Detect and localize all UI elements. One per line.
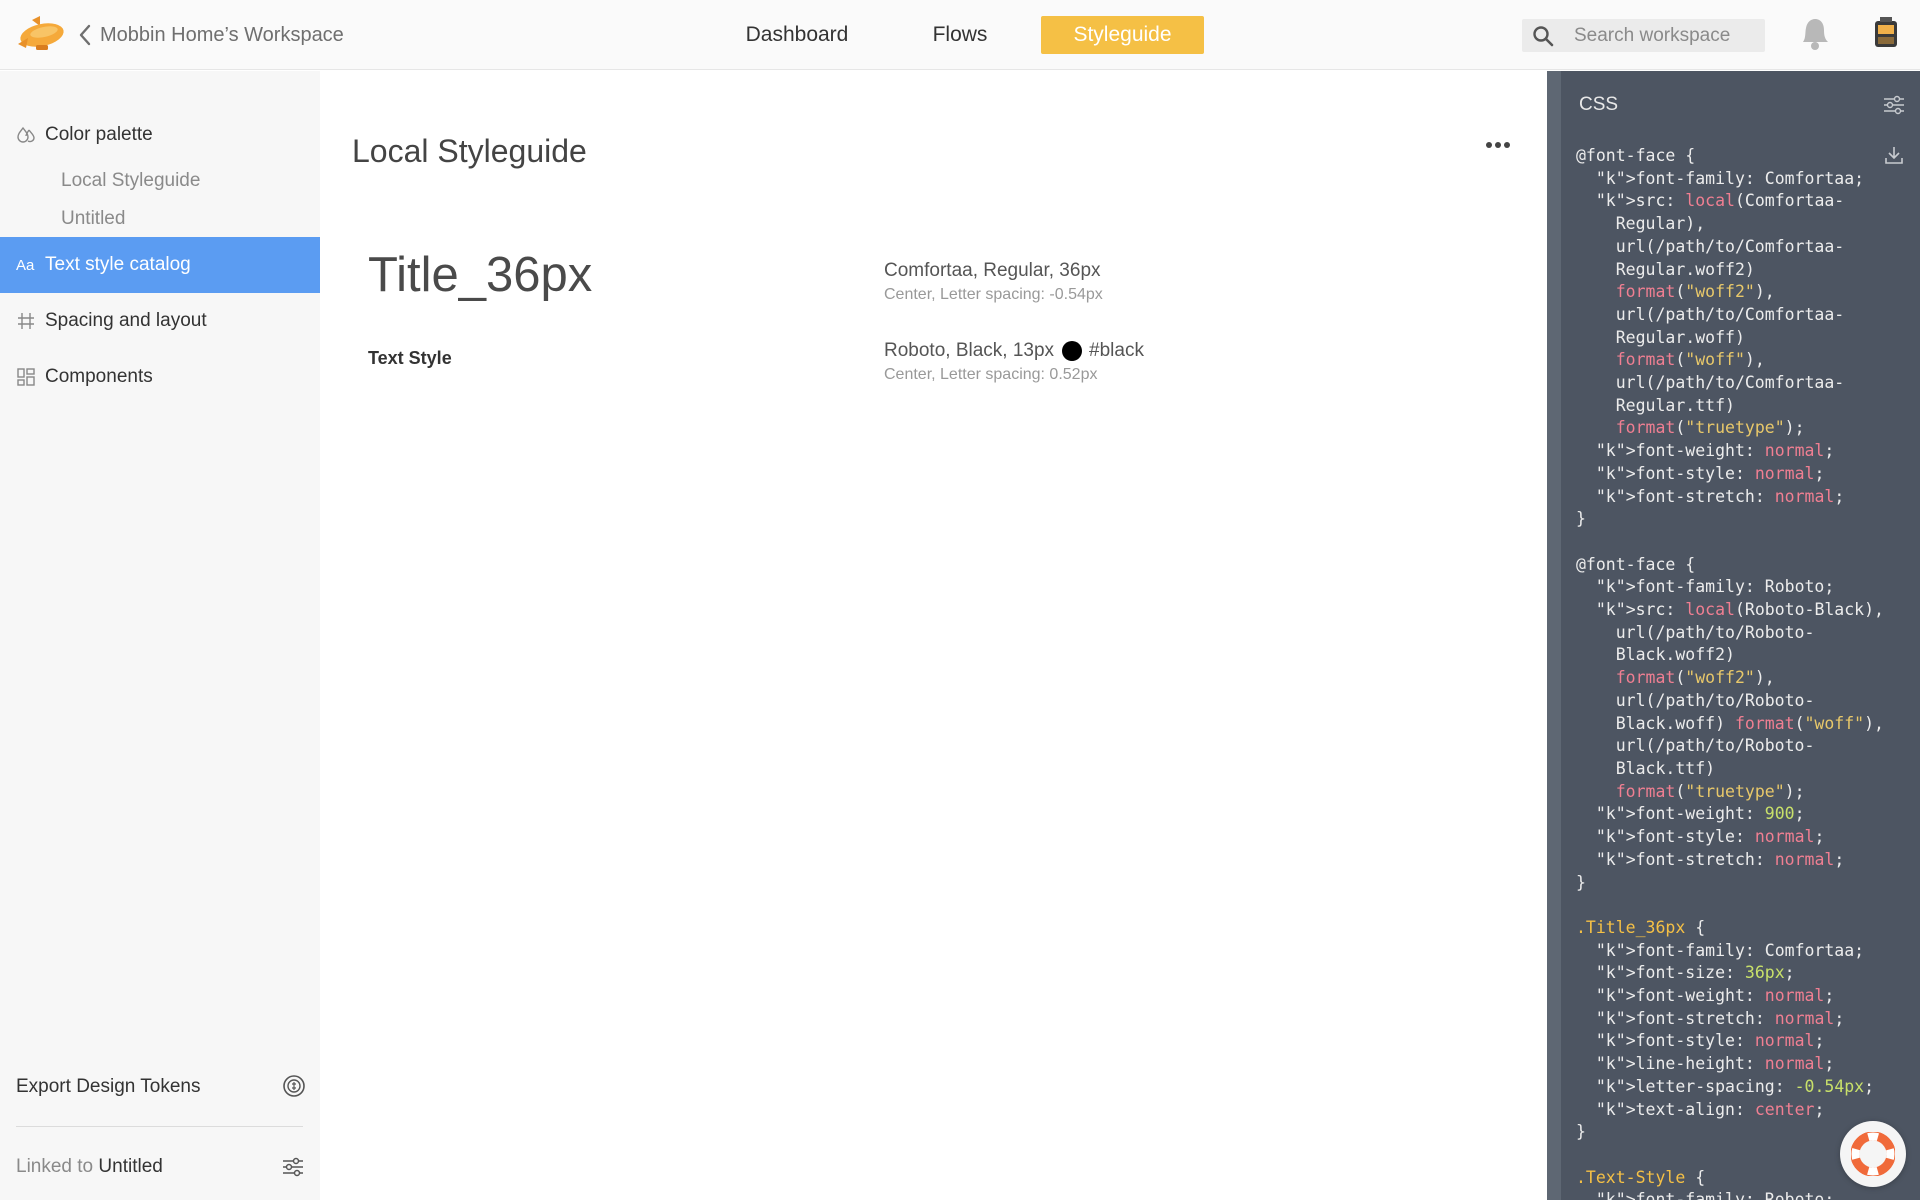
search-input[interactable] [1574,24,1764,47]
svg-text:Aa: Aa [16,257,35,274]
sidebar: Color palette Local Styleguide Untitled … [0,71,320,1200]
linked-project: Linked to Untitled [16,1156,163,1178]
sidebar-item-label: Color palette [45,124,153,145]
download-icon[interactable] [1883,144,1905,166]
app-root: Mobbin Home’s Workspace Dashboard Flows … [0,0,1920,1200]
export-tokens-icon[interactable] [282,1074,306,1098]
search-box [1522,19,1765,52]
back-to-workspace-link[interactable]: Mobbin Home’s Workspace [78,20,344,50]
text-style-meta: Center, Letter spacing: -0.54px [884,286,1103,303]
color-swatch [1062,341,1083,361]
sidebar-item-text-style-catalog[interactable]: Aa Text style catalog [0,237,320,293]
text-style-title-36px-preview[interactable]: Title_36px [368,247,592,303]
tab-flows[interactable]: Flows [912,16,1008,54]
code-gutter [1547,71,1561,1200]
color-name: #black [1089,340,1144,361]
text-style-font-desc: Roboto, Black, 13px [884,340,1055,361]
grid-spacing-icon [18,313,34,329]
sidebar-item-label: Spacing and layout [45,310,207,331]
text-style-meta: Center, Letter spacing: 0.52px [884,366,1098,383]
search-icon [1533,25,1554,46]
notification-bell-icon[interactable] [1797,15,1831,53]
text-style-text-style-info: Roboto, Black, 13px #black Center, Letter… [884,339,1144,384]
components-icon [17,368,35,386]
lifebuoy-icon [1851,1132,1895,1176]
text-style-text-style-preview[interactable]: Text Style [368,348,452,369]
sidebar-subitem-local-styleguide[interactable]: Local Styleguide [61,170,200,192]
droplets-icon [17,126,35,143]
text-style-font-desc: Comfortaa, Regular, 36px [884,260,1101,281]
sidebar-item-label: Components [45,366,153,387]
code-settings-icon[interactable] [1882,93,1906,117]
sidebar-item-color-palette[interactable]: Color palette [0,107,320,163]
text-aa-icon: Aa [16,257,35,274]
more-options-icon[interactable] [1484,136,1512,154]
tab-dashboard[interactable]: Dashboard [728,16,866,54]
export-design-tokens-button[interactable]: Export Design Tokens [16,1076,200,1098]
sidebar-item-components[interactable]: Components [0,349,320,405]
main-content: Local Styleguide Title_36px Comfortaa, R… [320,71,1546,1200]
sidebar-divider [16,1126,303,1127]
tab-styleguide[interactable]: Styleguide [1041,16,1204,54]
top-bar: Mobbin Home’s Workspace Dashboard Flows … [0,0,1920,70]
linked-project-name[interactable]: Untitled [98,1156,162,1177]
sliders-settings-icon[interactable] [281,1155,305,1179]
workspace-name: Mobbin Home’s Workspace [100,23,344,46]
help-lifebuoy-button[interactable] [1840,1121,1906,1187]
blimp-logo-icon[interactable] [14,14,66,56]
page-title: Local Styleguide [352,133,587,169]
chevron-left-icon [79,24,91,46]
sidebar-item-label: Text style catalog [45,254,191,275]
sidebar-item-spacing-and-layout[interactable]: Spacing and layout [0,293,320,349]
css-code-block[interactable]: @font-face { "k">font-family: Comfortaa;… [1576,145,1884,1200]
sidebar-subitem-untitled[interactable]: Untitled [61,208,125,230]
linked-prefix: Linked to [16,1156,94,1177]
css-code-panel: CSS @font-face { "k">font-family: Comfor… [1547,71,1920,1200]
text-style-title-36px-info: Comfortaa, Regular, 36px Center, Letter … [884,259,1103,304]
avatar[interactable] [1870,15,1902,53]
css-panel-title: CSS [1579,94,1619,115]
